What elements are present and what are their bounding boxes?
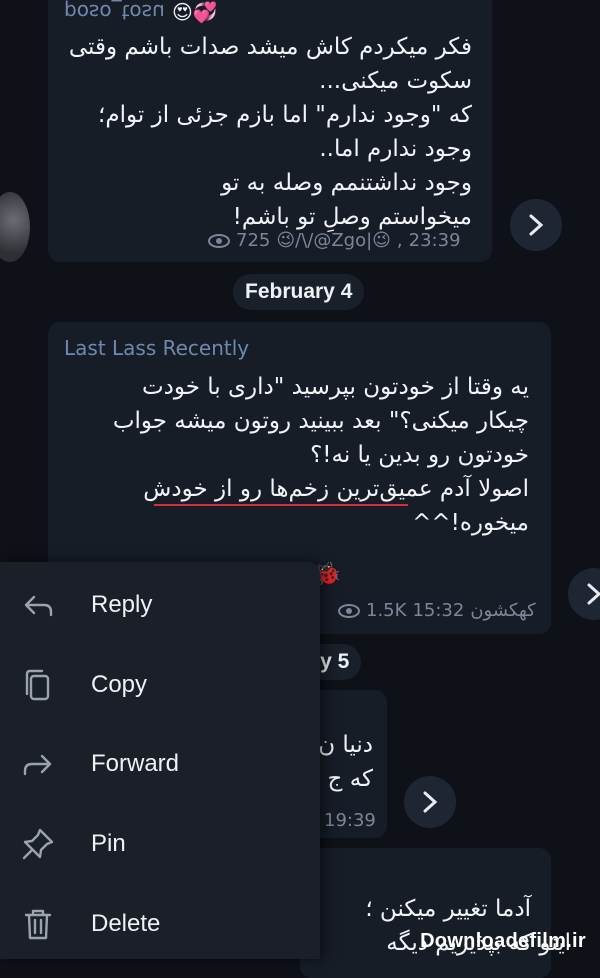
- menu-item-label: Reply: [91, 591, 153, 618]
- watermark: Downloadefilm.ir: [420, 930, 586, 952]
- reply-icon: [24, 595, 53, 617]
- menu-item-reply[interactable]: Reply: [0, 575, 320, 635]
- forward-icon: [23, 754, 52, 776]
- pin-icon: [22, 828, 54, 860]
- message-text-line: آدما تغییر میکنن ؛: [365, 896, 531, 922]
- menu-item-copy[interactable]: Copy: [0, 655, 320, 715]
- view-count: 1.5K: [366, 600, 407, 621]
- chevron-right-icon: [529, 214, 544, 236]
- eye-icon: [338, 603, 360, 618]
- menu-item-delete[interactable]: Delete: [0, 894, 320, 954]
- trash-icon: [24, 909, 52, 940]
- chevron-right-icon: [587, 583, 600, 605]
- chevron-right-icon: [423, 791, 438, 813]
- message-text: یه وقتا از خودتون بپرسید "داری با خودت چ…: [112, 374, 529, 536]
- sender-name[interactable]: poso_tosu: [64, 0, 165, 24]
- message-time: 23:39: [408, 230, 461, 251]
- menu-item-forward[interactable]: Forward: [0, 734, 320, 794]
- signature: کهکشون: [470, 600, 536, 621]
- menu-item-label: Forward: [91, 750, 180, 777]
- forward-message-button[interactable]: [568, 568, 600, 620]
- sender-name[interactable]: Last Lass Recently: [64, 336, 249, 360]
- context-menu: Reply Copy Forward Pin Delete: [0, 562, 320, 959]
- message-time: 19:39: [324, 810, 376, 831]
- menu-item-pin[interactable]: Pin: [0, 814, 320, 874]
- forward-message-button[interactable]: [404, 776, 456, 828]
- date-separator: February 4: [233, 274, 365, 310]
- menu-item-label: Copy: [91, 671, 148, 698]
- signature: 😉/\/@Zgo|😉: [276, 230, 391, 251]
- menu-item-label: Pin: [91, 830, 126, 857]
- forward-message-button[interactable]: [510, 199, 562, 251]
- menu-item-label: Delete: [91, 910, 161, 937]
- message-text: فکر میکردم کاش میشد صدات باشم وقتی سکوت …: [68, 34, 472, 230]
- view-count: 725: [236, 230, 271, 251]
- sender-emoji: 😍💞: [172, 0, 218, 24]
- message-meta: 1.5K 15:32 کهکشون: [338, 600, 536, 621]
- message-bubble[interactable]: poso_tosu 😍💞 فکر میکردم کاش میشد صدات با…: [48, 0, 492, 262]
- message-meta: 725 😉/\/@Zgo|😉 , 23:39: [208, 230, 461, 251]
- copy-icon: [25, 669, 50, 701]
- text-underline: [154, 504, 408, 506]
- eye-icon: [208, 233, 230, 248]
- avatar[interactable]: [0, 192, 30, 262]
- message-time: 15:32: [412, 600, 465, 621]
